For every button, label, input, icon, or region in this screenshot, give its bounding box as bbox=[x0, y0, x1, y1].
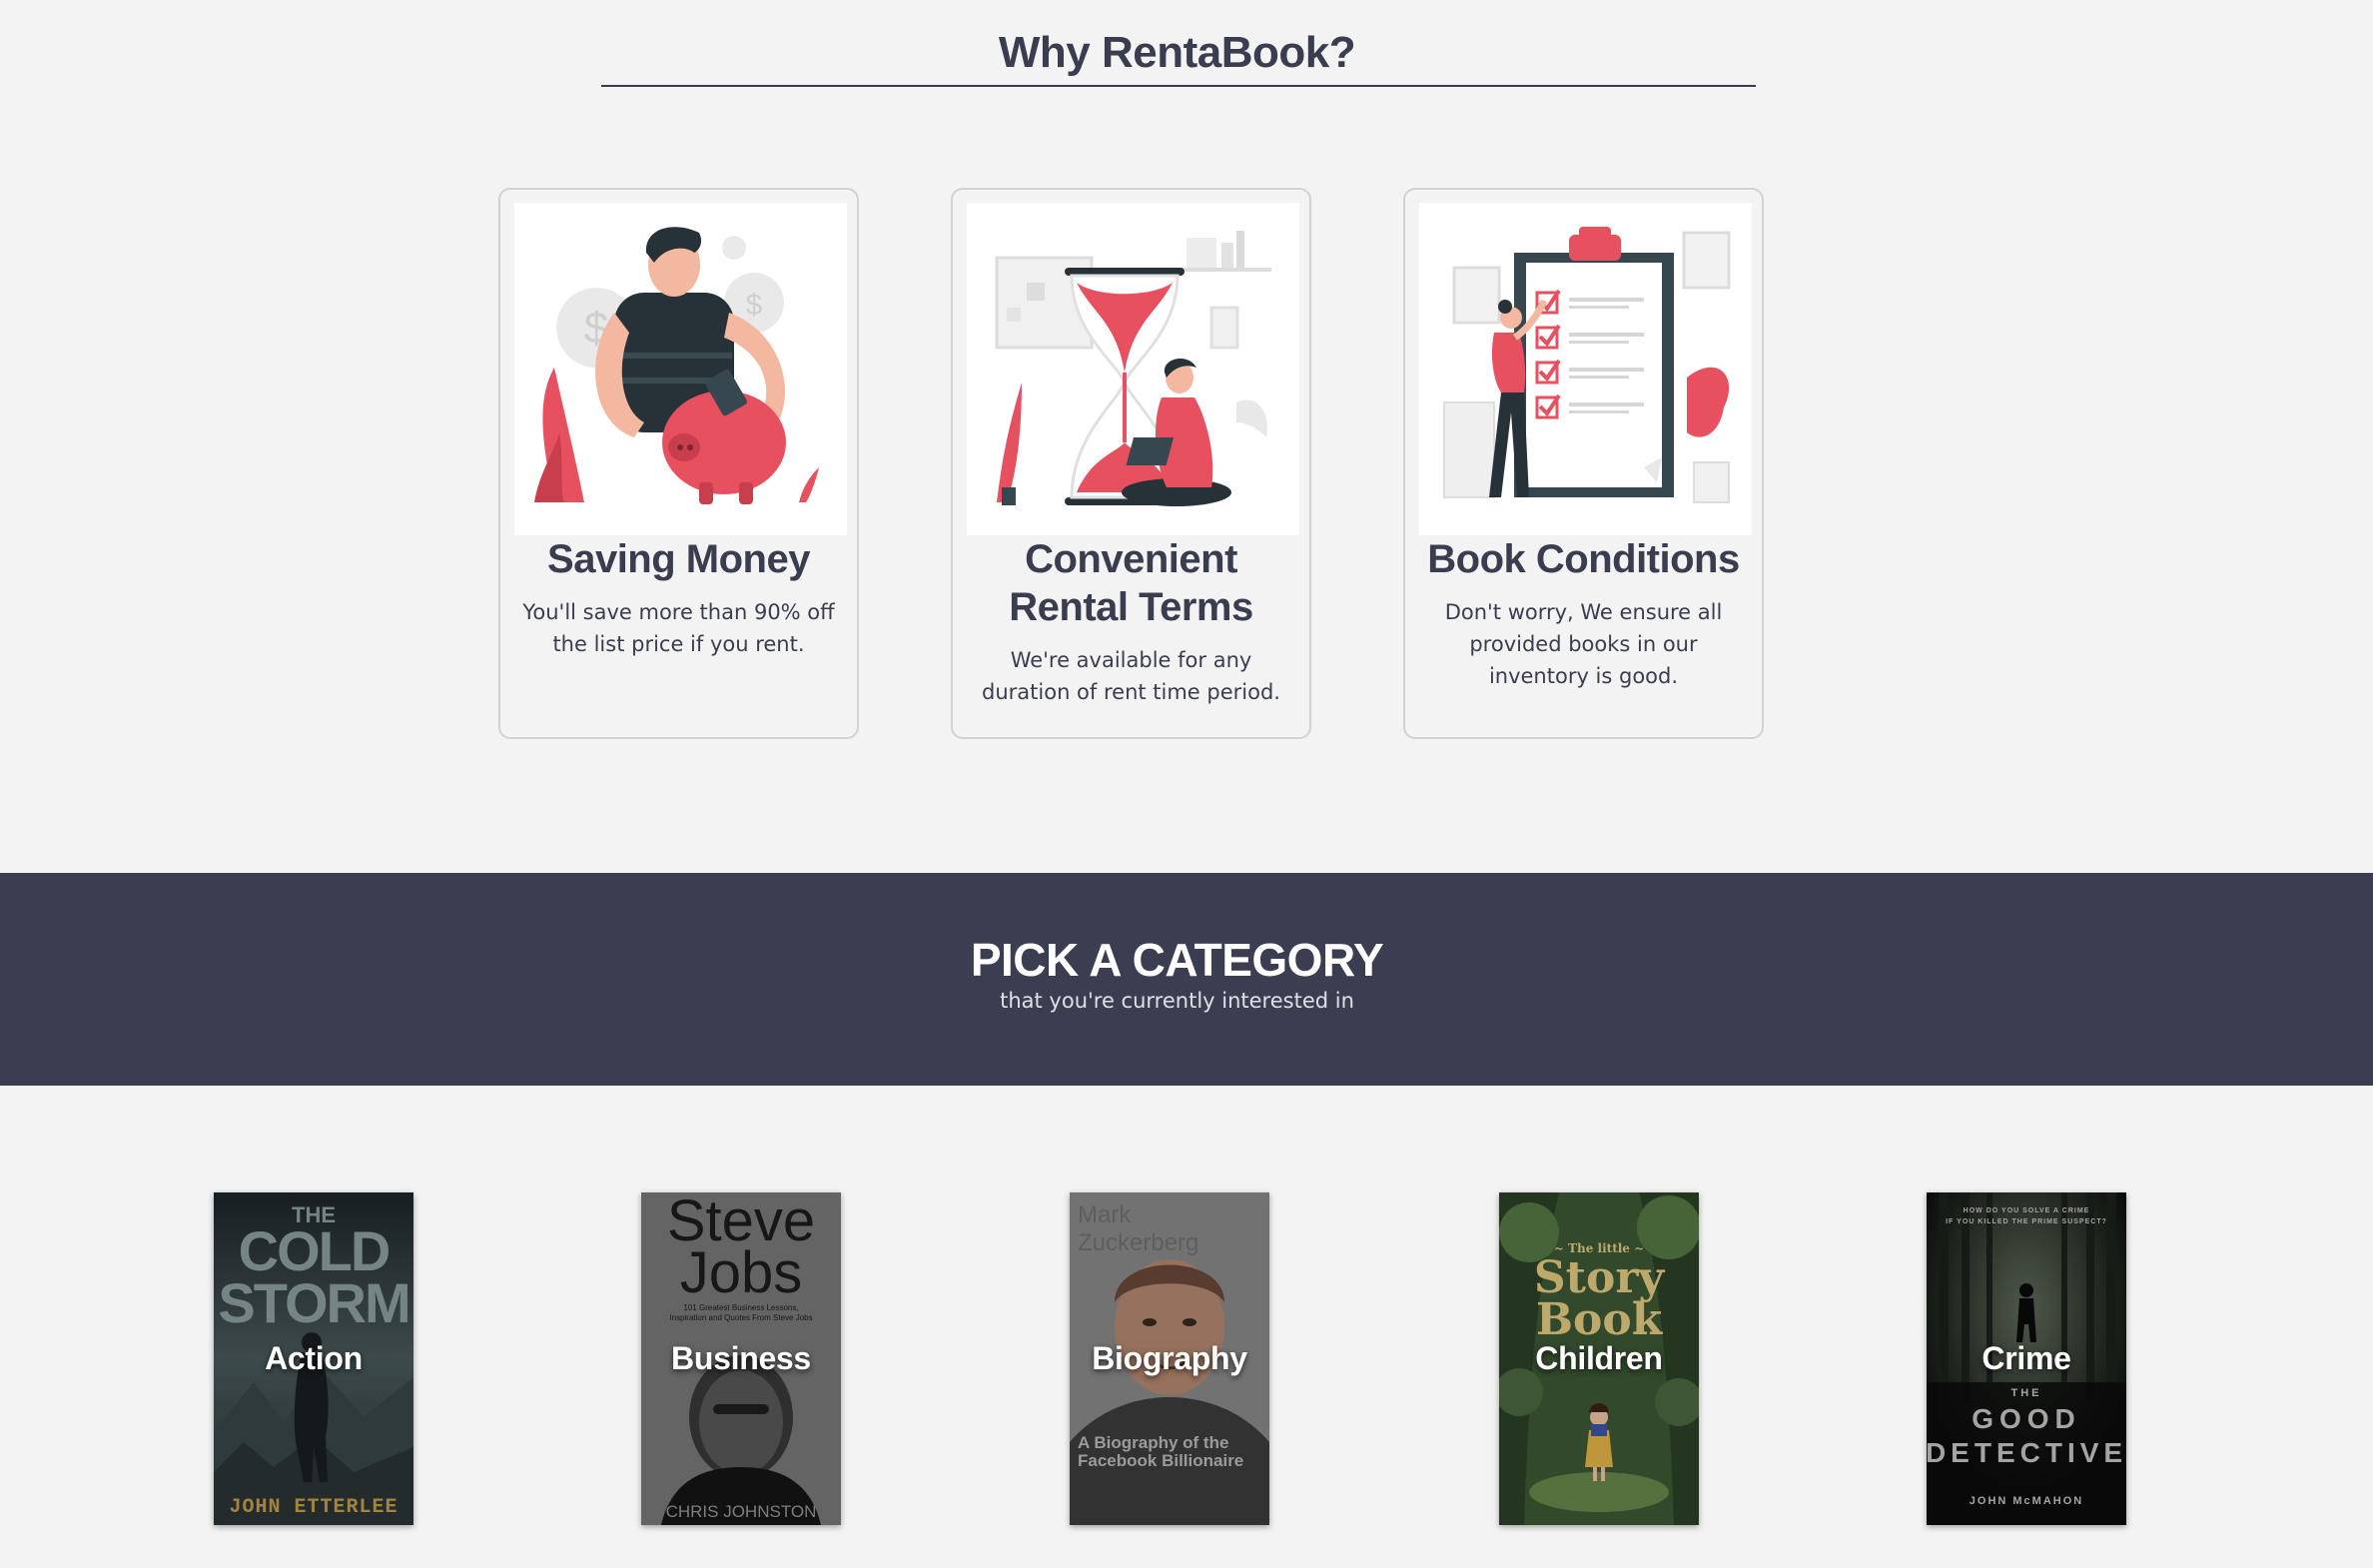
feature-description: You'll save more than 90% off the list p… bbox=[522, 600, 835, 656]
feature-title: Saving Money bbox=[547, 537, 810, 581]
category-header-band: PICK A CATEGORY that you're currently in… bbox=[0, 873, 2373, 1086]
category-card-action[interactable]: THE COLD STORM JOHN ETTERLEE Action bbox=[214, 1192, 413, 1525]
category-section-title: PICK A CATEGORY bbox=[970, 934, 1384, 986]
category-label: Biography bbox=[1092, 1340, 1247, 1376]
feature-card-saving-money: $ $ Saving Money You'll save more than 9… bbox=[498, 188, 859, 739]
checklist-illustration bbox=[1419, 203, 1752, 535]
feature-card-rental-terms: Convenient Rental Terms We're available … bbox=[951, 188, 1311, 739]
category-label: Children bbox=[1535, 1340, 1663, 1376]
feature-title: Book Conditions bbox=[1427, 537, 1740, 581]
feature-title: Convenient Rental Terms bbox=[1009, 537, 1253, 629]
category-card-biography[interactable]: Mark Zuckerberg A Biography of the Faceb… bbox=[1070, 1192, 1269, 1525]
feature-description: Don't worry, We ensure all provided book… bbox=[1444, 600, 1723, 688]
category-label: Business bbox=[671, 1340, 811, 1376]
category-label: Crime bbox=[1981, 1340, 2071, 1376]
category-section-subtitle: that you're currently interested in bbox=[1000, 989, 1354, 1013]
category-card-crime[interactable]: HOW DO YOU SOLVE A CRIME IF YOU KILLED T… bbox=[1927, 1192, 2126, 1525]
category-card-children[interactable]: ~ The little ~ Story Book Children bbox=[1499, 1192, 1699, 1525]
title-underline bbox=[601, 85, 1756, 87]
hourglass-illustration bbox=[967, 203, 1299, 535]
feature-card-book-conditions: Book Conditions Don't worry, We ensure a… bbox=[1403, 188, 1764, 739]
why-section-title: Why RentaBook? bbox=[998, 28, 1356, 77]
piggy-bank-illustration: $ $ bbox=[514, 203, 847, 535]
svg-text:$: $ bbox=[746, 289, 763, 322]
feature-description: We're available for any duration of rent… bbox=[982, 648, 1280, 704]
category-card-business[interactable]: Steve Jobs 101 Greatest Business Lessons… bbox=[641, 1192, 841, 1525]
category-label: Action bbox=[265, 1340, 363, 1376]
